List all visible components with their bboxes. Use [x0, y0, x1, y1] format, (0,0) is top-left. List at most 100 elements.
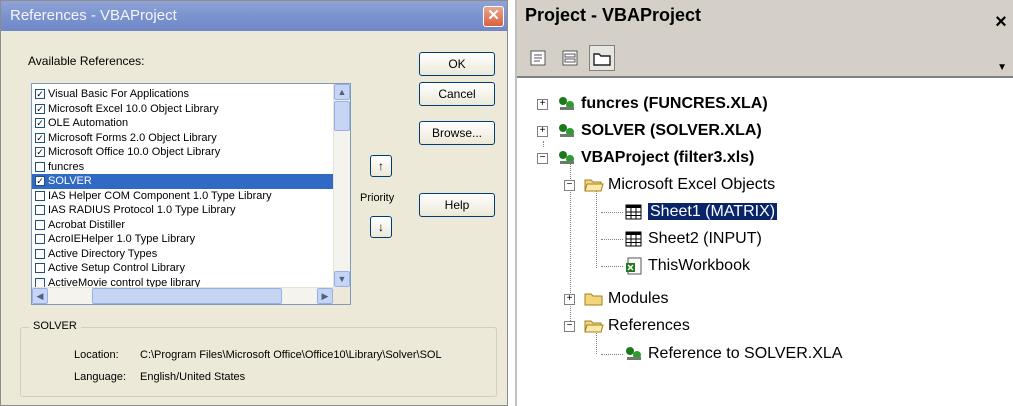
tree-node-modules[interactable]: Modules — [584, 287, 668, 311]
tree-node-reference-solver[interactable]: Reference to SOLVER.XLA — [624, 342, 842, 366]
open-folder-icon — [584, 320, 604, 333]
reference-label: Active Setup Control Library — [48, 262, 185, 274]
reference-label: IAS RADIUS Protocol 1.0 Type Library — [48, 204, 236, 216]
reference-checkbox[interactable] — [35, 248, 45, 259]
project-tree: + funcres (FUNCRES.XLA) + SOLVER (SOLVER… — [517, 80, 1013, 406]
tree-node-funcres[interactable]: funcres (FUNCRES.XLA) — [557, 92, 768, 116]
view-code-icon[interactable] — [525, 45, 551, 71]
scroll-left-icon[interactable]: ◀ — [32, 288, 48, 304]
project-title: Project - VBAProject — [517, 0, 1013, 38]
vba-project-icon — [559, 97, 574, 110]
reference-label: OLE Automation — [48, 117, 129, 129]
reference-label: Microsoft Excel 10.0 Object Library — [48, 102, 219, 115]
reference-label: SOLVER — [48, 175, 92, 187]
references-list: ✓ Visual Basic For Applications ✓ Microsoft… — [32, 87, 334, 290]
reference-list-item[interactable]: Active Setup Control Library — [32, 261, 334, 276]
reference-list-item[interactable]: ✓ OLE Automation — [32, 116, 334, 131]
location-label: Location: — [74, 349, 119, 361]
project-toolbar: ▼ — [517, 38, 1013, 78]
reference-checkbox[interactable] — [35, 190, 45, 201]
scroll-right-icon[interactable]: ▶ — [317, 288, 333, 304]
reference-list-item[interactable]: IAS Helper COM Component 1.0 Type Librar… — [32, 189, 334, 204]
workbook-icon — [626, 257, 642, 275]
group-title: SOLVER — [29, 320, 81, 332]
reference-label: IAS Helper COM Component 1.0 Type Librar… — [48, 189, 272, 202]
tree-node-excel-objects[interactable]: Microsoft Excel Objects — [584, 173, 775, 197]
reference-list-item[interactable]: funcres — [32, 160, 334, 175]
reference-checkbox[interactable]: ✓ — [35, 132, 45, 143]
tree-node-sheet2[interactable]: Sheet2 (INPUT) — [624, 227, 762, 251]
tree-node-references[interactable]: References — [584, 314, 690, 338]
language-label: Language: — [74, 371, 126, 383]
reference-list-item[interactable]: ✓ SOLVER — [32, 174, 334, 189]
reference-label: AcroIEHelper 1.0 Type Library — [48, 233, 196, 245]
reference-icon — [626, 347, 641, 360]
reference-checkbox[interactable]: ✓ — [35, 89, 45, 99]
horizontal-scroll-thumb[interactable] — [92, 288, 282, 304]
reference-checkbox[interactable] — [35, 219, 45, 230]
collapse-vbaproject-icon[interactable]: − — [537, 153, 548, 164]
worksheet-icon — [625, 204, 642, 220]
tree-node-solver[interactable]: SOLVER (SOLVER.XLA) — [557, 119, 762, 143]
reference-list-item[interactable]: IAS RADIUS Protocol 1.0 Type Library — [32, 203, 334, 218]
reference-label: Active Directory Types — [48, 247, 158, 260]
reference-list-item[interactable]: ✓ Visual Basic For Applications — [32, 87, 334, 102]
reference-checkbox[interactable] — [35, 205, 45, 215]
folder-icon — [584, 293, 603, 306]
reference-label: Acrobat Distiller — [48, 218, 126, 231]
expand-modules-icon[interactable]: + — [564, 294, 575, 305]
help-button[interactable]: Help — [419, 193, 495, 217]
priority-up-button[interactable]: ↑ — [370, 155, 392, 177]
reference-list-item[interactable]: ✓ Microsoft Office 10.0 Object Library — [32, 145, 334, 160]
tree-node-sheet1[interactable]: Sheet1 (MATRIX) — [624, 200, 779, 224]
tree-node-thisworkbook[interactable]: ThisWorkbook — [624, 254, 750, 278]
close-icon[interactable]: ✕ — [483, 6, 504, 27]
worksheet-icon — [625, 231, 642, 247]
scroll-down-icon[interactable]: ▼ — [334, 271, 350, 287]
expand-funcres-icon[interactable]: + — [537, 99, 548, 110]
scroll-corner — [333, 287, 350, 304]
reference-checkbox[interactable]: ✓ — [35, 176, 45, 186]
reference-list-item[interactable]: ✓ Microsoft Forms 2.0 Object Library — [32, 131, 334, 146]
project-explorer: Project - VBAProject × ▼ + funcres (FUNC… — [515, 0, 1013, 406]
priority-label: Priority — [360, 192, 395, 204]
reference-label: Visual Basic For Applications — [48, 88, 190, 100]
reference-list-item[interactable]: Acrobat Distiller — [32, 218, 334, 233]
available-references-label: Available References: — [28, 54, 145, 68]
reference-checkbox[interactable]: ✓ — [35, 103, 45, 114]
view-object-icon[interactable] — [557, 45, 583, 71]
reference-info-group: SOLVER Location: C:\Program Files\Micros… — [20, 320, 497, 397]
toolbar-dropdown-icon[interactable]: ▼ — [997, 62, 1007, 73]
cancel-button[interactable]: Cancel — [419, 82, 495, 106]
open-folder-icon — [584, 179, 604, 192]
priority-down-button[interactable]: ↓ — [370, 216, 392, 238]
scroll-thumb[interactable] — [334, 101, 350, 131]
references-listbox[interactable]: ✓ Visual Basic For Applications ✓ Microsoft… — [31, 83, 351, 305]
scroll-up-icon[interactable]: ▲ — [334, 84, 350, 100]
dialog-title: References - VBAProject — [1, 1, 507, 31]
ok-button[interactable]: OK — [419, 52, 495, 76]
reference-checkbox[interactable]: ✓ — [35, 118, 45, 128]
reference-list-item[interactable]: AcroIEHelper 1.0 Type Library — [32, 232, 334, 247]
close-icon[interactable]: × — [991, 12, 1011, 32]
collapse-excel-objects-icon[interactable]: − — [564, 180, 575, 191]
references-dialog: References - VBAProject ✕ Available Refe… — [0, 0, 508, 406]
browse-button[interactable]: Browse... — [419, 121, 495, 145]
reference-label: funcres — [48, 160, 85, 173]
expand-solver-icon[interactable]: + — [537, 126, 548, 137]
reference-list-item[interactable]: ✓ Microsoft Excel 10.0 Object Library — [32, 102, 334, 117]
toggle-folders-icon[interactable] — [589, 45, 615, 71]
horizontal-scrollbar[interactable]: ◀ ▶ — [32, 287, 350, 304]
vertical-scrollbar[interactable]: ▲ ▼ — [333, 84, 350, 287]
vba-project-icon — [559, 151, 574, 164]
reference-checkbox[interactable] — [35, 277, 45, 288]
reference-list-item[interactable]: Active Directory Types — [32, 247, 334, 262]
language-value: English/United States — [140, 371, 246, 383]
collapse-references-icon[interactable]: − — [564, 321, 575, 332]
reference-checkbox[interactable] — [35, 161, 45, 172]
reference-checkbox[interactable] — [35, 234, 45, 244]
tree-node-vbaproject[interactable]: VBAProject (filter3.xls) — [557, 146, 754, 170]
reference-checkbox[interactable] — [35, 263, 45, 273]
reference-checkbox[interactable]: ✓ — [35, 147, 45, 157]
location-value: C:\Program Files\Microsoft Office\Office… — [140, 349, 442, 361]
